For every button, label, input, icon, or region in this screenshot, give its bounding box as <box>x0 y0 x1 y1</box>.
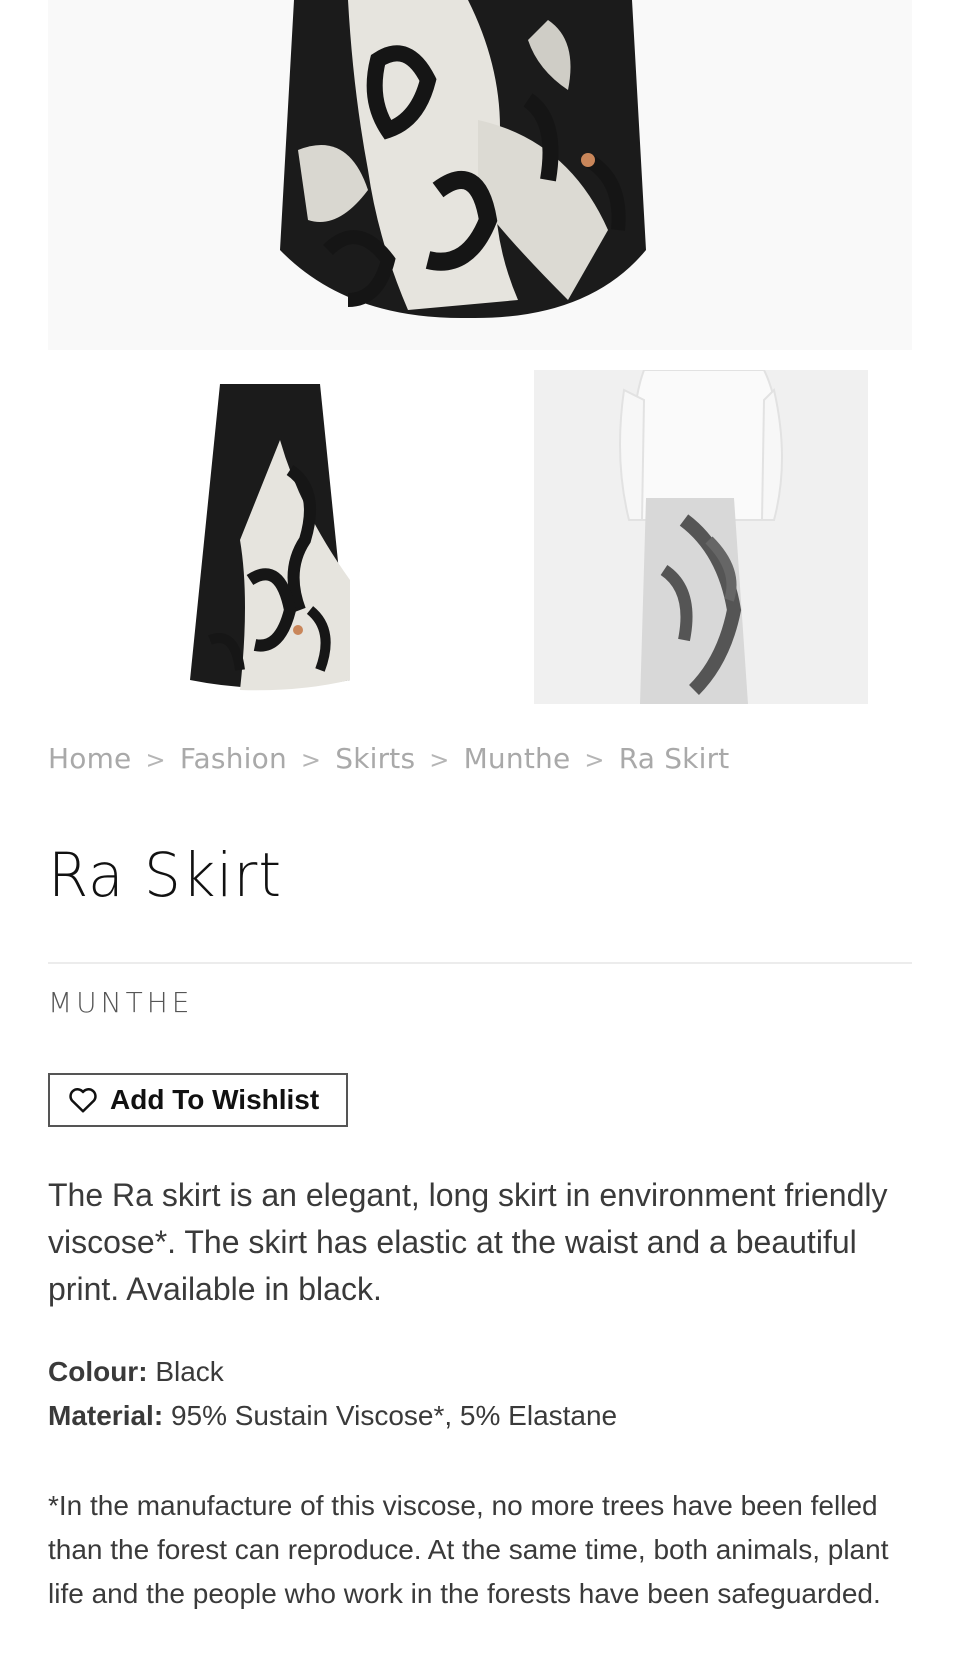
breadcrumb-munthe[interactable]: Munthe <box>464 742 571 775</box>
breadcrumb-home[interactable]: Home <box>48 742 132 775</box>
product-thumbnail-2[interactable] <box>534 370 868 704</box>
material-label: Material: <box>48 1400 164 1431</box>
breadcrumb-separator: > <box>584 746 605 774</box>
wishlist-label: Add To Wishlist <box>110 1084 320 1115</box>
product-title: Ra Skirt <box>48 839 283 911</box>
colour-label: Colour: <box>48 1356 148 1387</box>
material-value: 95% Sustain Viscose*, 5% Elastane <box>170 1400 618 1431</box>
main-product-image[interactable] <box>48 0 912 350</box>
colour-spec: Colour: Black <box>48 1356 224 1388</box>
breadcrumb-separator: > <box>145 746 166 774</box>
heart-outline-icon <box>69 1088 97 1113</box>
breadcrumb: Home > Fashion > Skirts > Munthe > Ra Skirt <box>48 742 729 775</box>
skirt-flat-image <box>190 384 350 691</box>
breadcrumb-separator: > <box>429 746 450 774</box>
viscose-footnote: *In the manufacture of this viscose, no … <box>48 1490 889 1609</box>
breadcrumb-skirts[interactable]: Skirts <box>335 742 415 775</box>
breadcrumb-fashion[interactable]: Fashion <box>180 742 287 775</box>
product-thumbnail-1[interactable] <box>180 380 360 700</box>
model-wearing-skirt-image <box>534 370 868 704</box>
breadcrumb-separator: > <box>300 746 322 774</box>
product-description: The Ra skirt is an elegant, long skirt i… <box>48 1177 888 1307</box>
product-brand[interactable]: MUNTHE <box>48 986 193 1019</box>
add-to-wishlist-button[interactable]: Add To Wishlist <box>48 1073 348 1127</box>
material-spec: Material: 95% Sustain Viscose*, 5% Elast… <box>48 1400 617 1432</box>
colour-value: Black <box>155 1356 224 1387</box>
divider <box>48 962 912 964</box>
breadcrumb-current[interactable]: Ra Skirt <box>619 742 730 775</box>
skirt-print-illustration <box>280 0 646 319</box>
